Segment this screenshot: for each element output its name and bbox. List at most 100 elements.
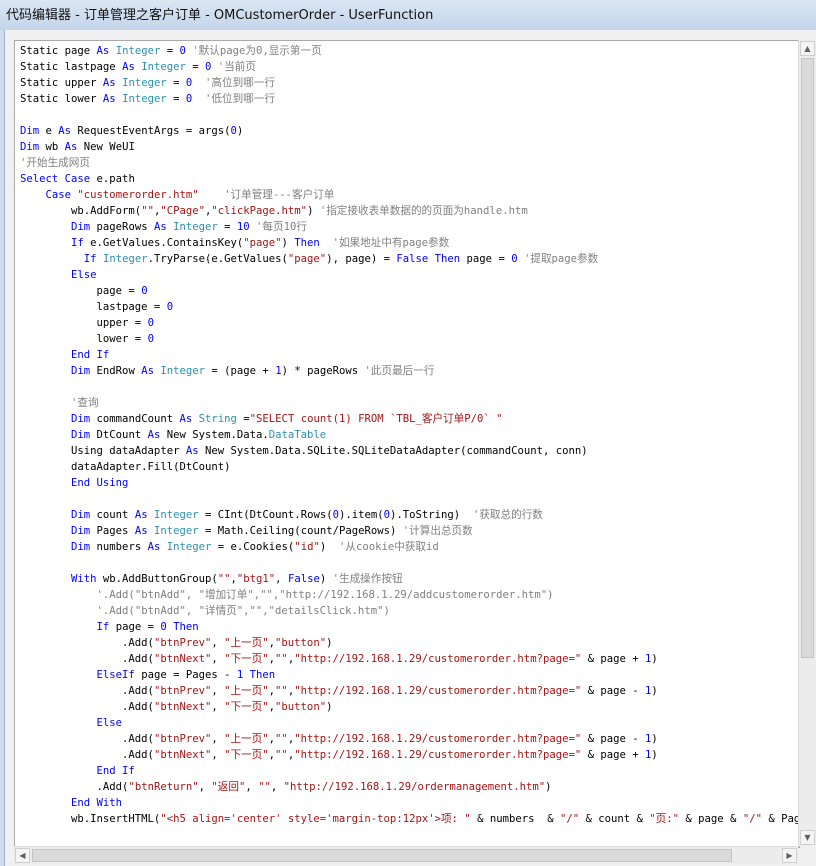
code-token: & numbers & — [470, 813, 560, 825]
code-token: "customerorder.htm" — [77, 189, 199, 201]
code-token: '如果地址中有page参数 — [332, 237, 450, 249]
code-line: End If — [20, 763, 799, 779]
code-token: If — [96, 621, 110, 633]
code-line: dataAdapter.Fill(DtCount) — [20, 459, 799, 475]
code-line: lower = 0 — [20, 331, 799, 347]
code-token: Integer — [102, 253, 148, 265]
code-token: "" — [258, 781, 271, 793]
code-token: "btnNext" — [153, 653, 212, 665]
code-token: lastpage = — [20, 301, 167, 313]
horizontal-scroll-thumb[interactable] — [32, 849, 732, 862]
code-line: End If — [20, 347, 799, 363]
scroll-right-button[interactable]: ▶ — [782, 848, 797, 863]
code-line: Dim wb As New WeUI — [20, 139, 799, 155]
code-token: "button" — [275, 701, 327, 713]
code-line: Static upper As Integer = 0 '高位到哪一行 — [20, 75, 799, 91]
code-token: Integer — [141, 61, 186, 73]
code-token: numbers — [90, 541, 148, 553]
code-token: dataAdapter.Fill(DtCount) — [20, 461, 231, 473]
code-token: & count & — [579, 813, 650, 825]
code-token: , — [211, 701, 225, 713]
code-token: = CInt(DtCount.Rows( — [198, 509, 333, 521]
code-token: Integer — [160, 365, 206, 377]
code-token: ) — [319, 541, 339, 553]
code-token: "/" — [559, 813, 580, 825]
code-line: wb.InsertHTML("<h5 align='center' style=… — [20, 811, 799, 827]
code-token: & page - — [581, 685, 645, 697]
code-token: 0 — [166, 301, 174, 313]
code-token: Integer — [153, 525, 199, 537]
code-line: Dim pageRows As Integer = 10 '每页10行 — [20, 219, 799, 235]
code-token: End If — [71, 349, 110, 361]
code-line: Else — [20, 715, 799, 731]
code-token: String — [198, 413, 237, 425]
code-token: Else — [71, 269, 97, 281]
code-token: & Pages - 1 & — [768, 813, 800, 825]
code-token: .Add( — [20, 653, 154, 665]
code-token: Dim — [20, 141, 40, 153]
vertical-scrollbar[interactable]: ▲ ▼ — [798, 40, 816, 846]
code-token: ) — [651, 733, 658, 745]
code-token: "上一页" — [224, 733, 269, 745]
code-line: Dim Pages As Integer = Math.Ceiling(coun… — [20, 523, 799, 539]
code-token: Then — [173, 621, 199, 633]
code-token: "btnReturn" — [128, 781, 199, 793]
scroll-up-button[interactable]: ▲ — [800, 41, 815, 56]
code-token: commandCount — [90, 413, 180, 425]
code-token: 0 — [147, 333, 154, 345]
code-line: page = 0 — [20, 283, 799, 299]
code-token: Static page — [20, 45, 97, 57]
code-token: "clickPage.htm" — [211, 205, 308, 217]
code-token: 0 — [141, 285, 148, 297]
code-token: '开始生成网页 — [20, 157, 90, 169]
vertical-scroll-thumb[interactable] — [801, 58, 814, 658]
code-token: '当前页 — [211, 61, 256, 73]
code-line: '.Add("btnAdd", "详情页","","detailsClick.h… — [20, 603, 799, 619]
window-title: 代码编辑器 - 订单管理之客户订单 - OMCustomerOrder - Us… — [6, 8, 434, 23]
code-token: "" — [275, 749, 288, 761]
code-token: "btnPrev" — [153, 637, 212, 649]
code-token: ) — [326, 701, 333, 713]
code-line: upper = 0 — [20, 315, 799, 331]
code-token: page = — [109, 621, 161, 633]
code-token: .TryParse(e.GetValues( — [147, 253, 288, 265]
horizontal-scrollbar[interactable]: ◀ ▶ — [14, 846, 798, 864]
code-token: , — [211, 749, 225, 761]
code-lines[interactable]: Static page As Integer = 0 '默认page为0,显示第… — [20, 43, 799, 827]
code-token: .Add( — [20, 685, 154, 697]
code-token: ) — [651, 685, 658, 697]
code-token: As — [179, 413, 193, 425]
code-token: As — [153, 221, 167, 233]
code-token: As — [102, 77, 116, 89]
code-token: "<h5 align='center' style='margin-top:12… — [160, 813, 471, 825]
code-token: ElseIf — [96, 669, 135, 681]
code-editor[interactable]: Static page As Integer = 0 '默认page为0,显示第… — [14, 40, 800, 848]
code-token: '高位到哪一行 — [192, 77, 275, 89]
code-token: New System.Data. — [160, 429, 269, 441]
code-token: "http://192.168.1.29/customerorder.htm?p… — [294, 653, 582, 665]
code-token: pageRows — [90, 221, 154, 233]
code-token: = Math.Ceiling(count/PageRows) — [198, 525, 403, 537]
code-line: .Add("btnPrev", "上一页","button") — [20, 635, 799, 651]
code-line: Static lower As Integer = 0 '低位到哪一行 — [20, 91, 799, 107]
code-token: End Using — [71, 477, 129, 489]
scroll-left-button[interactable]: ◀ — [15, 848, 30, 863]
code-token: page = — [460, 253, 512, 265]
code-token: "page" — [287, 253, 327, 265]
code-token: .Add( — [20, 733, 154, 745]
code-token: "btnPrev" — [153, 685, 212, 697]
code-token: If — [83, 253, 97, 265]
code-token: Dim — [71, 541, 91, 553]
code-line: Dim count As Integer = CInt(DtCount.Rows… — [20, 507, 799, 523]
scroll-down-button[interactable]: ▼ — [800, 830, 815, 845]
code-token: "/" — [742, 813, 762, 825]
code-token: Dim — [71, 221, 91, 233]
code-token: ) — [236, 125, 244, 137]
code-token: Dim — [71, 509, 91, 521]
code-token: "下一页" — [224, 701, 269, 713]
